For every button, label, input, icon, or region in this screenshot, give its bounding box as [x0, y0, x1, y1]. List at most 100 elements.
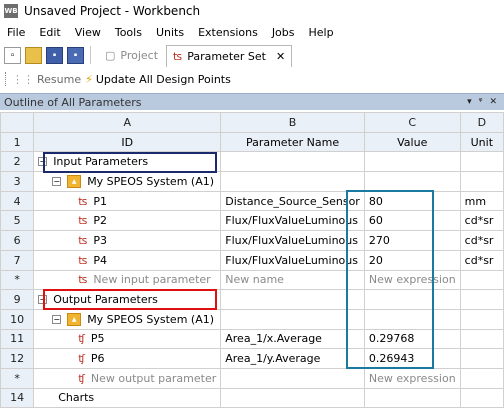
parameter-id-cell[interactable]: ʦ P4 — [33, 249, 222, 271]
parameter-name-cell[interactable]: Flux/FluxValueLuminous — [220, 230, 365, 251]
menu-view[interactable]: View — [75, 26, 109, 39]
parameter-id-cell[interactable]: ʦ P3 — [33, 230, 222, 251]
table-row: * ʧ New output parameter New expression — [0, 367, 504, 389]
resume-label: Resume — [37, 72, 82, 86]
tree-cell[interactable]: − ▲ My SPEOS System (A1) — [33, 171, 222, 192]
unit-cell[interactable] — [459, 328, 504, 350]
value-cell[interactable]: 270 — [363, 230, 461, 251]
collapse-icon[interactable]: − — [38, 157, 48, 167]
output-parameter-icon: ʧ — [78, 371, 85, 385]
tree-cell[interactable]: − ▲ My SPEOS System (A1) — [33, 308, 222, 330]
value-cell[interactable]: 80 — [363, 190, 461, 212]
column-name-row: 1 ID Parameter Name Value Unit — [0, 131, 504, 153]
menu-help[interactable]: Help — [309, 26, 342, 39]
menu-tools[interactable]: Tools — [115, 26, 150, 39]
parameter-id-cell[interactable]: ʦ P1 — [33, 190, 222, 212]
menu-jobs[interactable]: Jobs — [272, 26, 303, 39]
menu-file[interactable]: File — [7, 26, 33, 39]
column-name-value[interactable]: Value — [363, 131, 461, 153]
unit-cell[interactable]: cd*sr — [459, 249, 504, 271]
parameter-id: P6 — [90, 352, 105, 366]
unit-cell[interactable]: cd*sr — [459, 230, 504, 251]
new-output-parameter-cell[interactable]: ʧ New output parameter — [33, 367, 222, 389]
save-as-icon[interactable]: ▪ — [67, 46, 84, 64]
new-name-cell[interactable]: New name — [220, 269, 365, 291]
new-input-parameter-cell[interactable]: ʦ New input parameter — [33, 269, 222, 291]
input-parameter-icon: ʦ — [78, 253, 88, 267]
value-cell[interactable]: 0.26943 — [363, 348, 461, 369]
tree-cell[interactable]: − Input Parameters — [33, 151, 222, 173]
row-number: 11 — [0, 328, 35, 350]
input-parameter-icon: ʦ — [78, 273, 88, 287]
menu-extensions[interactable]: Extensions — [198, 26, 266, 39]
parameter-id: P2 — [93, 214, 107, 228]
unit-cell[interactable]: mm — [459, 190, 504, 212]
table-row: 9 − Output Parameters — [0, 289, 504, 310]
new-expression-cell[interactable]: New expression — [363, 269, 461, 291]
column-name-id[interactable]: ID — [33, 131, 222, 153]
column-header-a[interactable]: A — [33, 112, 222, 133]
tab-project[interactable]: ▢ Project — [99, 45, 164, 65]
table-row: 10 − ▲ My SPEOS System (A1) — [0, 308, 504, 330]
row-number: 3 — [0, 171, 35, 192]
parameter-id-cell[interactable]: ʧ P6 — [33, 348, 222, 369]
collapse-icon[interactable]: − — [52, 176, 62, 186]
tab-parameter-set[interactable]: ʦ Parameter Set ✕ — [166, 45, 293, 67]
value-cell[interactable]: 20 — [363, 249, 461, 271]
panel-dropdown-icon[interactable]: ▾ — [467, 97, 472, 107]
parameter-id-cell[interactable]: ʦ P2 — [33, 210, 222, 232]
menu-units[interactable]: Units — [156, 26, 192, 39]
panel-close-icon[interactable]: ✕ — [489, 97, 497, 107]
parameters-table: A B C D 1 ID Parameter Name Value Unit 2… — [0, 112, 504, 409]
row-number: 14 — [0, 387, 35, 409]
parameter-name-cell[interactable]: Area_1/x.Average — [220, 328, 365, 350]
row-number: 2 — [0, 151, 35, 173]
new-input-parameter-placeholder: New input parameter — [93, 273, 211, 287]
table-row: 2 − Input Parameters — [0, 151, 504, 173]
value-cell[interactable]: 0.29768 — [363, 328, 461, 350]
table-row: 12 ʧ P6 Area_1/y.Average 0.26943 — [0, 348, 504, 369]
output-parameter-icon: ʧ — [78, 332, 85, 346]
row-number: 9 — [0, 289, 35, 310]
charts-cell[interactable]: Charts — [33, 387, 222, 409]
table-row: 7 ʦ P4 Flux/FluxValueLuminous 20 cd*sr — [0, 249, 504, 271]
new-output-parameter-placeholder: New output parameter — [90, 371, 217, 385]
parameter-name-cell[interactable]: Flux/FluxValueLuminous — [220, 249, 365, 271]
unit-cell[interactable] — [459, 269, 504, 291]
system-label: My SPEOS System (A1) — [87, 312, 215, 326]
update-all-design-points-button[interactable]: ⚡ Update All Design Points — [85, 73, 231, 86]
open-icon[interactable] — [25, 46, 42, 64]
value-cell[interactable]: 60 — [363, 210, 461, 232]
row-number: 7 — [0, 249, 35, 271]
close-icon[interactable]: ✕ — [276, 50, 285, 63]
tree-cell[interactable]: − Output Parameters — [33, 289, 222, 310]
parameter-name-cell[interactable]: Distance_Source_Sensor — [220, 190, 365, 212]
panel-title: Outline of All Parameters — [4, 95, 142, 109]
unit-cell[interactable] — [459, 348, 504, 369]
input-parameter-icon: ʦ — [78, 194, 88, 208]
parameter-id: P4 — [93, 253, 107, 267]
toolbar-grip[interactable] — [5, 72, 8, 86]
collapse-icon[interactable]: − — [52, 314, 62, 324]
new-icon[interactable]: ▫ — [4, 46, 21, 64]
resume-button[interactable]: ⋮⋮ Resume — [12, 73, 81, 86]
menu-edit[interactable]: Edit — [39, 26, 68, 39]
output-parameter-icon: ʧ — [78, 352, 85, 366]
column-header-b[interactable]: B — [220, 112, 365, 133]
unit-cell[interactable] — [459, 367, 504, 389]
parameter-name-cell[interactable] — [220, 367, 365, 389]
new-expression-cell[interactable]: New expression — [363, 367, 461, 389]
parameter-name-cell[interactable]: Flux/FluxValueLuminous — [220, 210, 365, 232]
pin-icon[interactable]: ᵠ — [479, 97, 483, 107]
column-header-d[interactable]: D — [459, 112, 504, 133]
unit-cell[interactable]: cd*sr — [459, 210, 504, 232]
row-number: 6 — [0, 230, 35, 251]
row-number: * — [0, 269, 35, 291]
column-name-parameter-name[interactable]: Parameter Name — [220, 131, 365, 153]
collapse-icon[interactable]: − — [38, 295, 48, 305]
parameter-id-cell[interactable]: ʧ P5 — [33, 328, 222, 350]
column-name-unit[interactable]: Unit — [459, 131, 504, 153]
column-header-c[interactable]: C — [363, 112, 461, 133]
save-icon[interactable]: ▪ — [46, 46, 63, 64]
parameter-name-cell[interactable]: Area_1/y.Average — [220, 348, 365, 369]
